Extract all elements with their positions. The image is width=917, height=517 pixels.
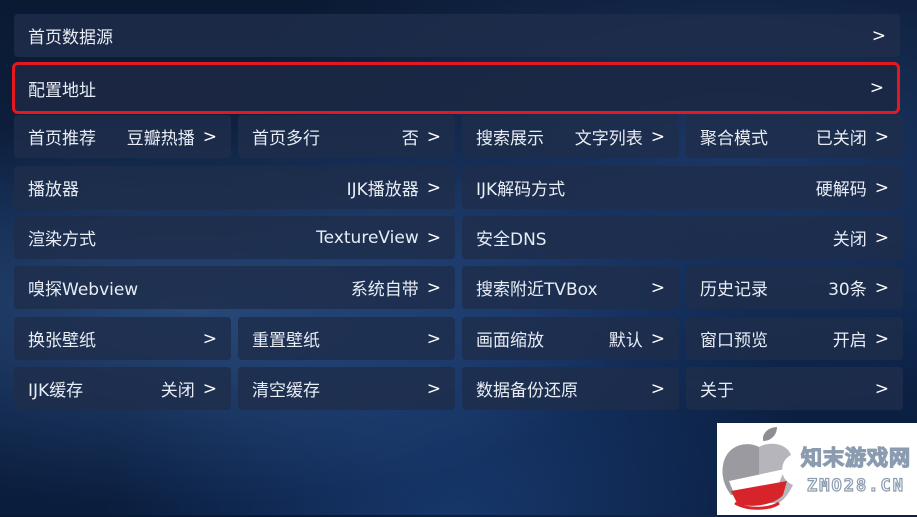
chevron-right-icon: > (874, 328, 889, 349)
setting-label: 安全DNS (476, 230, 547, 250)
setting-value: TextureView (316, 227, 419, 248)
setting-label: 重置壁纸 (252, 331, 320, 351)
setting-search-nearby-tvbox[interactable]: 搜索附近TVBox > (462, 266, 679, 309)
setting-value: 开启 (832, 331, 867, 351)
setting-render-mode[interactable]: 渲染方式 TextureView > (14, 216, 455, 259)
setting-value: IJK播放器 (346, 180, 419, 200)
setting-label: 聚合模式 (700, 129, 768, 149)
setting-player[interactable]: 播放器 IJK播放器 > (14, 166, 455, 209)
setting-search-display[interactable]: 搜索展示 文字列表 > (462, 115, 679, 158)
setting-secure-dns[interactable]: 安全DNS 关闭 > (462, 216, 903, 259)
chevron-right-icon: > (426, 378, 441, 399)
chevron-right-icon: > (650, 277, 665, 298)
chevron-right-icon: > (874, 277, 889, 298)
setting-label: 搜索展示 (476, 129, 544, 149)
setting-value: 已关闭 (815, 129, 867, 149)
setting-value: 关闭 (160, 381, 195, 401)
chevron-right-icon: > (426, 277, 441, 298)
chevron-right-icon: > (874, 177, 889, 198)
chevron-right-icon: > (874, 126, 889, 147)
chevron-right-icon: > (426, 177, 441, 198)
setting-label: 渲染方式 (28, 230, 96, 250)
setting-label: 播放器 (28, 180, 79, 200)
chevron-right-icon: > (202, 126, 217, 147)
setting-ijk-cache[interactable]: IJK缓存 关闭 > (14, 367, 231, 410)
setting-change-wallpaper[interactable]: 换张壁纸 > (14, 317, 231, 360)
chevron-right-icon: > (202, 328, 217, 349)
setting-ijk-decode[interactable]: IJK解码方式 硬解码 > (462, 166, 903, 209)
setting-label: 首页数据源 (28, 28, 113, 48)
setting-value: 豆瓣热播 (126, 129, 195, 149)
setting-label: 嗅探Webview (28, 280, 139, 300)
setting-history[interactable]: 历史记录 30条 > (686, 266, 903, 309)
chevron-right-icon: > (874, 227, 889, 248)
setting-value: 默认 (608, 331, 643, 351)
setting-value: 硬解码 (815, 180, 867, 200)
chevron-right-icon: > (426, 328, 441, 349)
setting-label: 搜索附近TVBox (476, 280, 598, 300)
setting-about[interactable]: 关于 > (686, 367, 903, 410)
apple-logo-icon (719, 425, 799, 513)
setting-value: 系统自带 (350, 280, 419, 300)
setting-window-preview[interactable]: 窗口预览 开启 > (686, 317, 903, 360)
setting-label: 历史记录 (700, 280, 768, 300)
setting-clear-cache[interactable]: 清空缓存 > (238, 367, 455, 410)
setting-label: 窗口预览 (700, 331, 768, 351)
setting-reset-wallpaper[interactable]: 重置壁纸 > (238, 317, 455, 360)
chevron-right-icon: > (650, 328, 665, 349)
setting-label: 清空缓存 (252, 381, 320, 401)
chevron-right-icon: > (650, 126, 665, 147)
setting-label: 数据备份还原 (476, 381, 578, 401)
watermark-en-text: ZMO28.CN (806, 475, 905, 496)
watermark-cn-text: 知末游戏网 (800, 445, 911, 470)
setting-home-multirow[interactable]: 首页多行 否 > (238, 115, 455, 158)
setting-label: 换张壁纸 (28, 331, 96, 351)
setting-value: 关闭 (832, 230, 867, 250)
chevron-right-icon: > (650, 378, 665, 399)
setting-sniff-webview[interactable]: 嗅探Webview 系统自带 > (14, 266, 455, 309)
watermark: 知末游戏网 ZMO28.CN (717, 423, 917, 515)
setting-config-address[interactable]: 配置地址 > (12, 62, 900, 114)
setting-value: 30条 (828, 280, 867, 300)
setting-data-backup-restore[interactable]: 数据备份还原 > (462, 367, 679, 410)
setting-label: IJK解码方式 (476, 180, 566, 200)
setting-value: 否 (401, 129, 419, 149)
setting-home-data-source[interactable]: 首页数据源 > (14, 14, 900, 57)
setting-label: IJK缓存 (28, 381, 84, 401)
setting-label: 首页多行 (252, 129, 320, 149)
setting-value: 文字列表 (574, 129, 643, 149)
chevron-right-icon: > (869, 78, 884, 98)
setting-aggregate-mode[interactable]: 聚合模式 已关闭 > (686, 115, 903, 158)
chevron-right-icon: > (426, 126, 441, 147)
setting-label: 配置地址 (28, 80, 96, 101)
chevron-right-icon: > (202, 378, 217, 399)
chevron-right-icon: > (871, 25, 886, 46)
setting-label: 关于 (700, 381, 734, 401)
setting-label: 首页推荐 (28, 129, 96, 149)
setting-home-recommend[interactable]: 首页推荐 豆瓣热播 > (14, 115, 231, 158)
setting-picture-scale[interactable]: 画面缩放 默认 > (462, 317, 679, 360)
chevron-right-icon: > (874, 378, 889, 399)
chevron-right-icon: > (426, 227, 441, 248)
setting-label: 画面缩放 (476, 331, 544, 351)
